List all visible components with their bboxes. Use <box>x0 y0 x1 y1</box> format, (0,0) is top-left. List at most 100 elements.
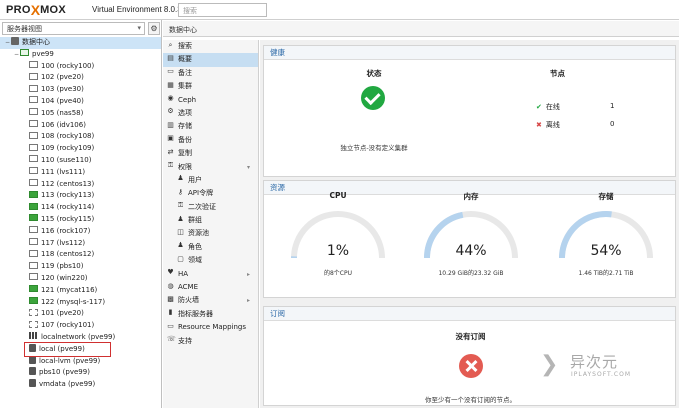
tree-item-7[interactable]: 106 (idv106) <box>0 120 161 132</box>
tree-item-label: 数据中心 <box>22 38 50 46</box>
memory-gauge-detail: 10.29 GiB的23.32 GiB <box>438 270 504 277</box>
tree-item-6[interactable]: 105 (nas58) <box>0 108 161 120</box>
cpu-gauge-value: 1% <box>326 243 350 259</box>
expander-icon[interactable]: − <box>13 49 20 61</box>
watermark-cn: 异次元 <box>570 353 619 371</box>
nav-item-firewall[interactable]: ▩ 防火墙 ▸ <box>163 294 258 307</box>
tree-item-label: 107 (rocky101) <box>41 321 95 330</box>
tree-item-22[interactable]: 122 (mysql-s-117) <box>0 297 161 309</box>
tree-item-19[interactable]: 119 (pbs10) <box>0 261 161 273</box>
nav-item-notes[interactable]: ▭ 备注 <box>163 67 258 80</box>
tree-item-12[interactable]: 112 (centos13) <box>0 179 161 191</box>
nav-item-label: API令牌 <box>188 189 214 198</box>
tree-item-3[interactable]: 102 (pve20) <box>0 72 161 84</box>
tree-item-13[interactable]: 113 (rocky113) <box>0 190 161 202</box>
subscription-description: 你至少有一个没有订阅的节点。 <box>425 396 516 404</box>
nav-item-permissions[interactable]: ⚿ 权限 ▾ <box>163 161 258 174</box>
two-factor-icon: ⚿ <box>177 201 184 210</box>
tree-item-label: 104 (pve40) <box>41 96 84 105</box>
storage-icon: ▥ <box>167 120 174 129</box>
search-input[interactable]: 搜索 <box>178 3 267 17</box>
tree-item-1[interactable]: − pve99 <box>0 49 161 61</box>
nav-item-users[interactable]: ♟ 用户 <box>163 174 258 187</box>
nav-item-metric-server[interactable]: ▮ 指标服务器 <box>163 308 258 321</box>
tree-item-14[interactable]: 114 (rocky114) <box>0 202 161 214</box>
status-description: 独立节点-没有定义集群 <box>340 144 408 152</box>
tree-item-18[interactable]: 118 (centos12) <box>0 249 161 261</box>
nav-item-pools[interactable]: ◫ 资源池 <box>163 227 258 240</box>
tree-item-15[interactable]: 115 (rocky115) <box>0 214 161 226</box>
tree-item-2[interactable]: 100 (rocky100) <box>0 61 161 73</box>
tree-item-16[interactable]: 116 (rock107) <box>0 226 161 238</box>
vm-on-icon <box>29 190 38 198</box>
nav-item-roles[interactable]: ♟ 角色 <box>163 241 258 254</box>
tree-item-label: 120 (win220) <box>41 273 88 282</box>
nav-item-summary[interactable]: ▤ 概要 <box>163 53 258 67</box>
subscription-status-heading: 没有订阅 <box>455 332 486 341</box>
chevron-icon[interactable]: ▸ <box>247 268 250 281</box>
nav-item-cluster[interactable]: ▦ 集群 <box>163 80 258 93</box>
nav-item-acme[interactable]: ◍ ACME <box>163 281 258 294</box>
nav-item-support[interactable]: ☏ 支持 <box>163 335 258 348</box>
nav-item-label: 用户 <box>188 175 202 184</box>
tree-item-29[interactable]: vmdata (pve99) <box>0 379 161 391</box>
online-label: 在线 <box>545 103 560 111</box>
tree-item-label: pbs10 (pve99) <box>39 368 90 377</box>
top-bar: PRO X MOX Virtual Environment 8.0.3 搜索 <box>0 0 679 20</box>
tree-item-label: 100 (rocky100) <box>41 61 95 70</box>
storage-icon <box>29 367 36 376</box>
chevron-icon[interactable]: ▸ <box>247 294 250 307</box>
nav-item-options[interactable]: ⚙ 选项 <box>163 107 258 120</box>
tree-item-20[interactable]: 120 (win220) <box>0 273 161 285</box>
vm-off-icon <box>29 84 38 92</box>
check-icon: ✔ <box>536 103 542 111</box>
tree-item-27[interactable]: local-lvm (pve99) <box>0 355 161 368</box>
tree-item-28[interactable]: pbs10 (pve99) <box>0 367 161 379</box>
expander-icon[interactable]: − <box>4 37 11 49</box>
nav-item-label: ACME <box>178 283 199 292</box>
tree-item-5[interactable]: 104 (pve40) <box>0 96 161 108</box>
nodes-online-row: ✔ 在线 1 <box>536 102 616 112</box>
tree-item-4[interactable]: 103 (pve30) <box>0 84 161 96</box>
storage-gauge-detail: 1.46 TiB的2.71 TiB <box>578 270 634 277</box>
tree-item-label: local-lvm (pve99) <box>39 356 101 365</box>
resource-tree: − 数据中心 − pve99 100 (rocky100) 102 (pve20) 103 … <box>0 37 161 391</box>
tree-item-label: 117 (lvs112) <box>41 238 86 247</box>
nav-item-label: 集群 <box>178 82 192 91</box>
tree-item-17[interactable]: 117 (lvs112) <box>0 238 161 250</box>
metric-server-icon: ▮ <box>168 308 173 317</box>
tree-item-0[interactable]: − 数据中心 <box>0 37 161 49</box>
tree-item-11[interactable]: 111 (lvs111) <box>0 167 161 179</box>
nav-item-ha[interactable]: ♥ HA ▸ <box>163 268 258 281</box>
chevron-icon[interactable]: ▾ <box>247 161 250 174</box>
tree-item-label: 109 (rocky109) <box>41 144 95 153</box>
logo-text-right: MOX <box>40 4 67 16</box>
tree-item-24[interactable]: 107 (rocky101) <box>0 320 161 332</box>
vm-on-icon <box>29 202 38 210</box>
gear-icon[interactable]: ⚙ <box>148 22 160 35</box>
tree-item-8[interactable]: 108 (rocky108) <box>0 131 161 143</box>
nav-item-replication[interactable]: ⇄ 复制 <box>163 147 258 160</box>
nav-item-realms[interactable]: ▢ 领域 <box>163 254 258 267</box>
nav-item-storage[interactable]: ▥ 存储 <box>163 120 258 133</box>
nav-item-backup[interactable]: ▣ 备份 <box>163 134 258 147</box>
users-icon: ♟ <box>177 174 184 183</box>
nav-item-resource-mappings[interactable]: ▭ Resource Mappings <box>163 321 258 334</box>
ct-off-icon <box>29 308 38 316</box>
proxmox-logo[interactable]: PRO X MOX <box>6 3 66 17</box>
tree-item-21[interactable]: 121 (mycat116) <box>0 285 161 297</box>
nav-item-groups[interactable]: ♟ 群组 <box>163 214 258 227</box>
tree-item-23[interactable]: 101 (pve20) <box>0 308 161 320</box>
roles-icon: ♟ <box>177 241 184 250</box>
tree-item-9[interactable]: 109 (rocky109) <box>0 143 161 155</box>
ceph-icon: ◉ <box>167 94 174 103</box>
nav-item-two-factor[interactable]: ⚿ 二次验证 <box>163 201 258 214</box>
nav-item-api-tokens[interactable]: ⚷ API令牌 <box>163 187 258 200</box>
vm-off-icon <box>29 108 38 116</box>
nav-item-search[interactable]: ⌕ 搜索 <box>163 40 258 53</box>
tree-item-10[interactable]: 110 (suse110) <box>0 155 161 167</box>
support-icon: ☏ <box>167 335 176 344</box>
nav-item-ceph[interactable]: ◉ Ceph <box>163 94 258 107</box>
view-selector[interactable]: 服务器视图 ▾ <box>2 22 145 35</box>
tree-item-label: localnetwork (pve99) <box>41 332 116 341</box>
